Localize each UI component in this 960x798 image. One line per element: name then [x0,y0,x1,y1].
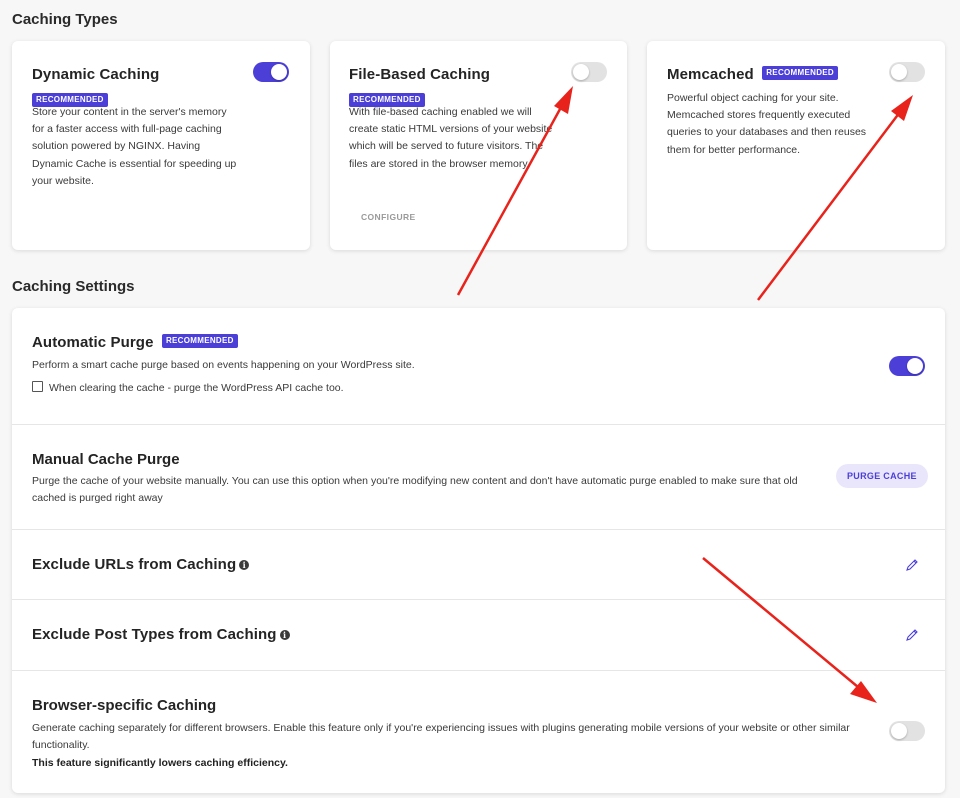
configure-link[interactable]: CONFIGURE [361,212,416,222]
toggle-knob [573,64,589,80]
file-based-caching-title: File-Based Caching [349,66,490,83]
file-based-caching-toggle[interactable] [571,62,607,82]
automatic-purge-toggle[interactable] [889,356,925,376]
pencil-icon[interactable] [905,628,919,642]
toggle-knob [891,64,907,80]
automatic-purge-title: Automatic Purge [32,334,154,351]
exclude-urls-title: Exclude URLs from Caching [32,556,237,573]
purge-cache-button[interactable]: PURGE CACHE [836,464,928,488]
memcached-title: Memcached [667,66,754,83]
exclude-urls-row: Exclude URLs from Caching i [12,530,945,600]
caching-settings-heading: Caching Settings [12,278,135,295]
pencil-icon[interactable] [905,558,919,572]
recommended-badge: RECOMMENDED [762,65,838,80]
exclude-post-types-title: Exclude Post Types from Caching [32,626,277,643]
recommended-badge: RECOMMENDED [161,333,238,348]
dynamic-caching-card: Dynamic Caching RECOMMENDED Store your c… [12,41,310,250]
purge-api-cache-label: When clearing the cache - purge the Word… [49,382,344,394]
toggle-knob [891,723,907,739]
manual-purge-description: Purge the cache of your website manually… [32,475,798,505]
browser-specific-row: Browser-specific Caching Generate cachin… [12,671,945,791]
dynamic-caching-title: Dynamic Caching [32,66,160,83]
info-icon[interactable]: i [279,629,290,640]
browser-specific-warning: This feature significantly lowers cachin… [32,757,288,769]
dynamic-caching-toggle[interactable] [253,62,289,82]
file-based-caching-description: With file-based caching enabled we will … [349,106,553,170]
manual-purge-row: Manual Cache Purge Purge the cache of yo… [12,425,945,529]
purge-api-cache-checkbox[interactable] [32,381,43,392]
browser-specific-title: Browser-specific Caching [32,697,217,714]
automatic-purge-description: Perform a smart cache purge based on eve… [32,359,415,371]
automatic-purge-row: Automatic Purge RECOMMENDED Perform a sm… [12,308,945,424]
memcached-description: Powerful object caching for your site. M… [667,92,867,156]
toggle-knob [907,358,923,374]
browser-specific-toggle[interactable] [889,721,925,741]
memcached-card: Memcached RECOMMENDED Powerful object ca… [647,41,945,250]
memcached-toggle[interactable] [889,62,925,82]
caching-types-heading: Caching Types [12,11,118,28]
info-icon[interactable]: i [239,559,250,570]
manual-purge-title: Manual Cache Purge [32,451,180,468]
dynamic-caching-description: Store your content in the server's memor… [32,106,237,187]
browser-specific-description: Generate caching separately for differen… [32,722,850,752]
file-based-caching-card: File-Based Caching RECOMMENDED With file… [330,41,627,250]
exclude-post-types-row: Exclude Post Types from Caching i [12,600,945,670]
toggle-knob [271,64,287,80]
